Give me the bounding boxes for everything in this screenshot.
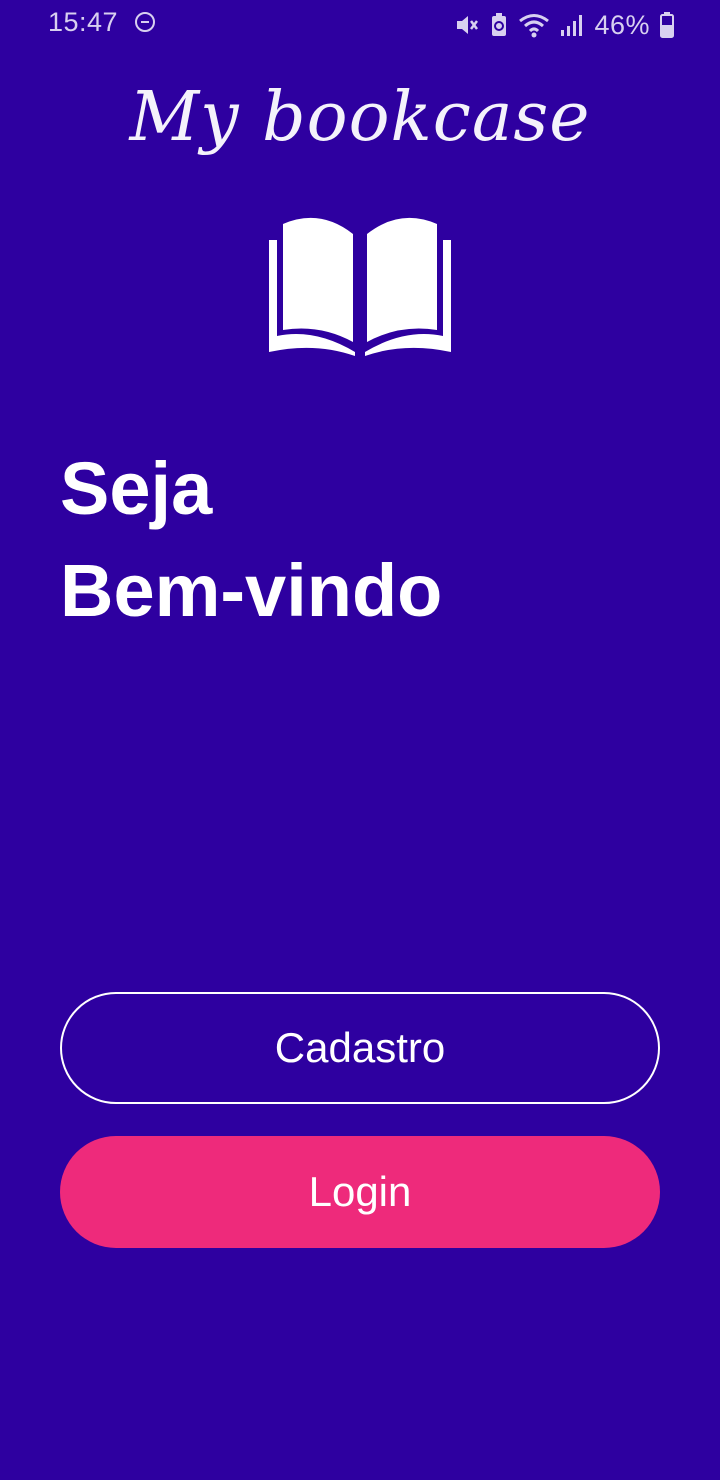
battery-percentage: 46%: [594, 9, 650, 40]
mute-icon: [457, 16, 479, 34]
login-button-label: Login: [308, 1168, 412, 1215]
do-not-disturb-icon: [135, 12, 155, 32]
app-logo-title: My bookcase: [129, 78, 591, 157]
welcome-line-1: Seja: [60, 447, 213, 530]
signal-icon: [561, 15, 583, 36]
status-icons: 46%: [454, 8, 674, 42]
welcome-heading: Seja Bem-vindo: [60, 438, 442, 642]
login-button[interactable]: Login: [60, 1136, 660, 1248]
signup-button-label: Cadastro: [274, 1024, 446, 1071]
status-bar: 15:47 46%: [0, 0, 720, 50]
open-book-icon: [269, 217, 451, 356]
battery-icon: [660, 12, 674, 38]
battery-saver-icon: [492, 13, 507, 36]
wifi-icon: [519, 14, 550, 38]
signup-button[interactable]: Cadastro: [60, 992, 660, 1104]
status-time: 15:47: [48, 7, 119, 37]
welcome-line-2: Bem-vindo: [60, 549, 443, 632]
